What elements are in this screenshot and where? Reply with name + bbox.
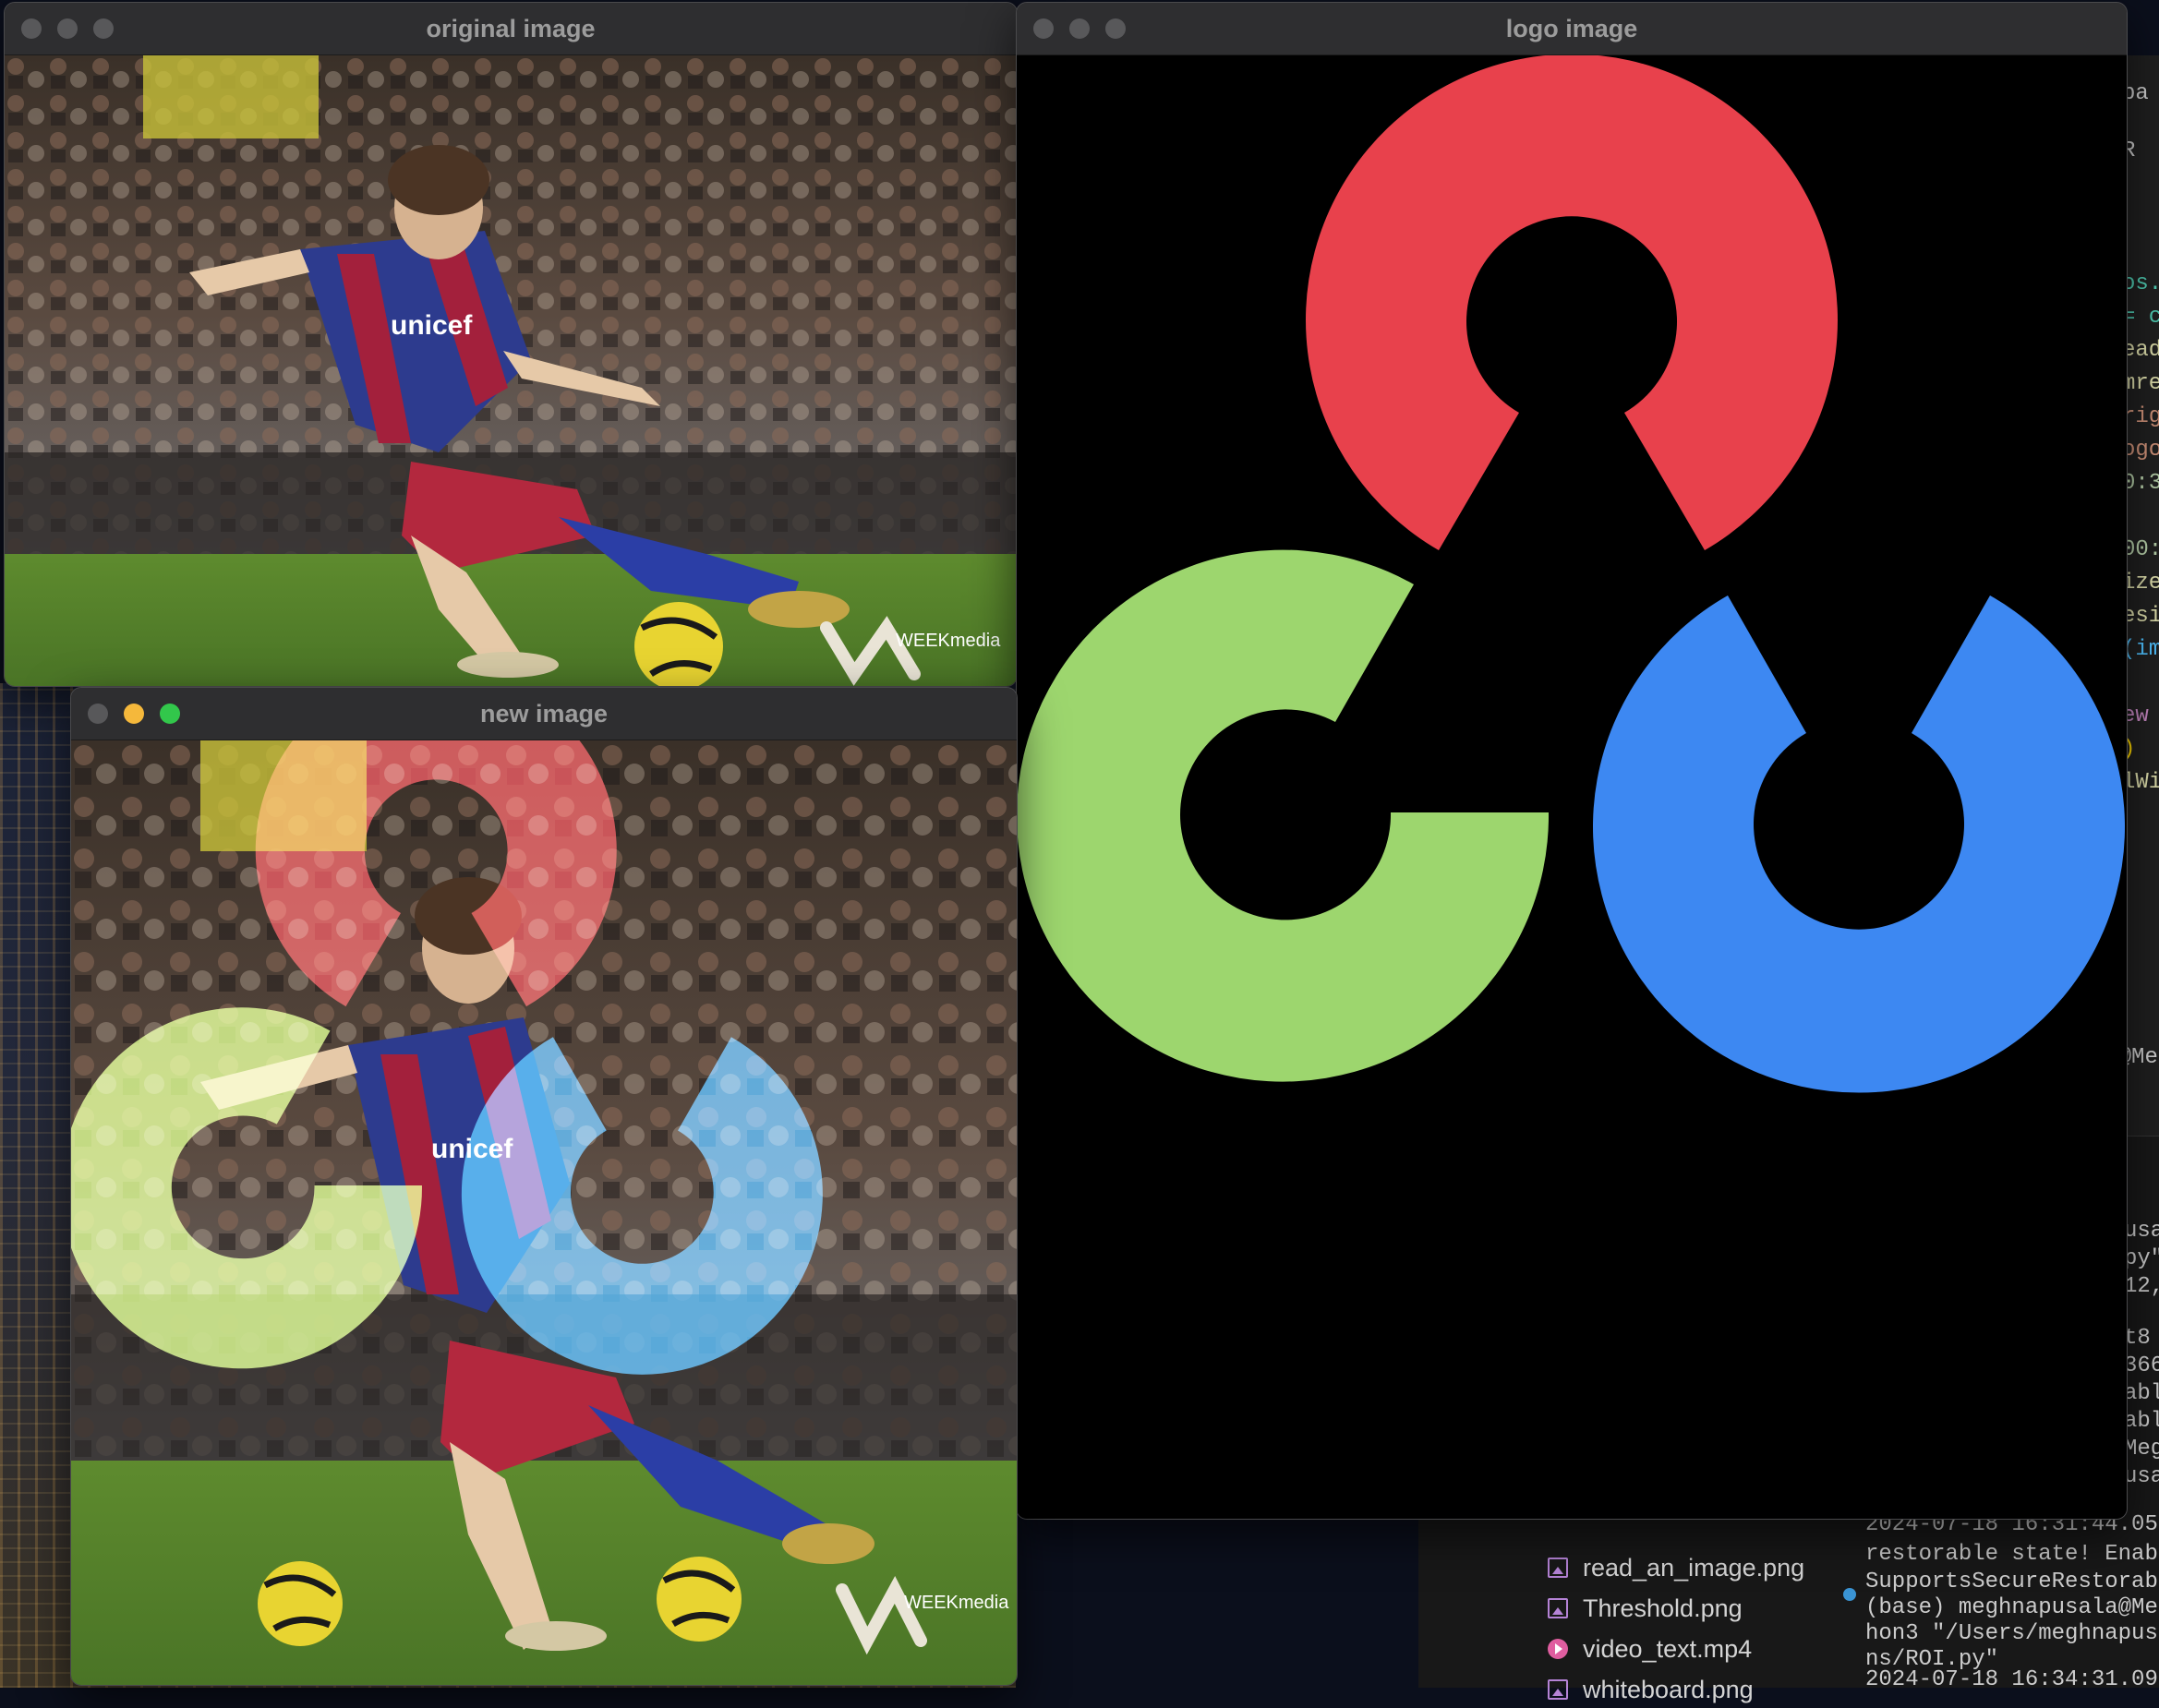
code-line: ize bbox=[2122, 571, 2159, 595]
code-line: rig bbox=[2122, 404, 2159, 429]
code-line: = c bbox=[2122, 305, 2159, 330]
code-line: ead bbox=[2122, 338, 2159, 363]
code-line: esi bbox=[2122, 604, 2159, 629]
terminal-status-dot bbox=[1843, 1588, 1856, 1601]
terminal-line: abl bbox=[2124, 1381, 2159, 1406]
code-line: ogo bbox=[2122, 438, 2159, 463]
code-line: 0:3 bbox=[2122, 471, 2159, 496]
video-file-icon bbox=[1548, 1639, 1568, 1659]
watermark-text: WEEKmedia bbox=[896, 631, 1001, 651]
logo-green-ring bbox=[1017, 549, 1550, 1082]
football bbox=[657, 1557, 742, 1642]
new-image-window[interactable]: new image WEEKmedia bbox=[70, 687, 1018, 1686]
code-line: R bbox=[2122, 138, 2136, 163]
code-line: ba bbox=[2122, 81, 2149, 106]
football-photo: unicef WEEKmedia bbox=[5, 55, 1017, 686]
code-line: 00: bbox=[2122, 537, 2159, 562]
code-line: (im bbox=[2122, 637, 2159, 662]
window-titlebar[interactable]: original image bbox=[5, 3, 1017, 55]
file-item-read-an-image[interactable]: read_an_image.png bbox=[1548, 1549, 1804, 1586]
code-line: os. bbox=[2122, 271, 2159, 296]
logo-image-window[interactable]: logo image bbox=[1016, 2, 2128, 1520]
terminal-line: hon3 "/Users/meghnapusa bbox=[1865, 1621, 2159, 1646]
file-name: video_text.mp4 bbox=[1583, 1634, 1753, 1663]
watermark-text: WEEKmedia bbox=[904, 1593, 1009, 1613]
terminal-line: SupportsSecureRestorabl bbox=[1865, 1570, 2159, 1594]
image-canvas: unicef WEEKmedia bbox=[71, 740, 1017, 1685]
image-file-icon bbox=[1548, 1558, 1568, 1578]
opencv-logo bbox=[1017, 55, 2125, 1093]
window-titlebar[interactable]: logo image bbox=[1017, 3, 2127, 55]
terminal-line: t8 bbox=[2124, 1326, 2151, 1351]
file-name: whiteboard.png bbox=[1583, 1675, 1754, 1703]
terminal-line: (base) meghnapusala@Meg bbox=[1865, 1595, 2159, 1620]
image-canvas: unicef WEEKmedia bbox=[5, 55, 1017, 686]
file-name: Threshold.png bbox=[1583, 1594, 1743, 1622]
file-item-threshold[interactable]: Threshold.png bbox=[1548, 1590, 1743, 1627]
logo-blue-ring bbox=[1593, 595, 2125, 1093]
terminal-line: abl bbox=[2124, 1409, 2159, 1434]
terminal-line: usa bbox=[2124, 1219, 2159, 1244]
image-file-icon bbox=[1548, 1679, 1568, 1700]
code-line: lWi bbox=[2122, 770, 2159, 795]
terminal-line: 12, bbox=[2124, 1274, 2159, 1299]
terminal-line: usa bbox=[2124, 1464, 2159, 1489]
window-title: new image bbox=[479, 700, 609, 728]
file-name: read_an_image.png bbox=[1583, 1553, 1805, 1582]
terminal-line: py" bbox=[2124, 1246, 2159, 1271]
image-canvas bbox=[1017, 55, 2127, 1519]
terminal-line: 2024-07-18 16:34:31.097 bbox=[1865, 1667, 2159, 1688]
terminal-line: Meg bbox=[2124, 1437, 2159, 1461]
blended-photo: unicef WEEKmedia bbox=[71, 740, 1017, 1685]
image-file-icon bbox=[1548, 1598, 1568, 1618]
terminal-line: 366 bbox=[2124, 1353, 2159, 1378]
logo-red-ring bbox=[1306, 55, 1838, 550]
code-line: ew bbox=[2122, 704, 2149, 728]
window-title: original image bbox=[426, 15, 596, 42]
file-item-whiteboard[interactable]: whiteboard.png bbox=[1548, 1671, 1754, 1708]
football bbox=[258, 1561, 343, 1646]
window-title: logo image bbox=[1505, 15, 1638, 42]
window-titlebar[interactable]: new image bbox=[71, 688, 1017, 740]
code-line: ) bbox=[2122, 737, 2136, 762]
jersey-text: unicef bbox=[391, 310, 473, 341]
code-line: mre bbox=[2122, 371, 2159, 396]
original-image-window[interactable]: original image unicef WEEKmedia bbox=[4, 2, 1018, 687]
file-item-video-text[interactable]: video_text.mp4 bbox=[1548, 1630, 1752, 1667]
terminal-line: restorable state! Enabl bbox=[1865, 1542, 2159, 1567]
